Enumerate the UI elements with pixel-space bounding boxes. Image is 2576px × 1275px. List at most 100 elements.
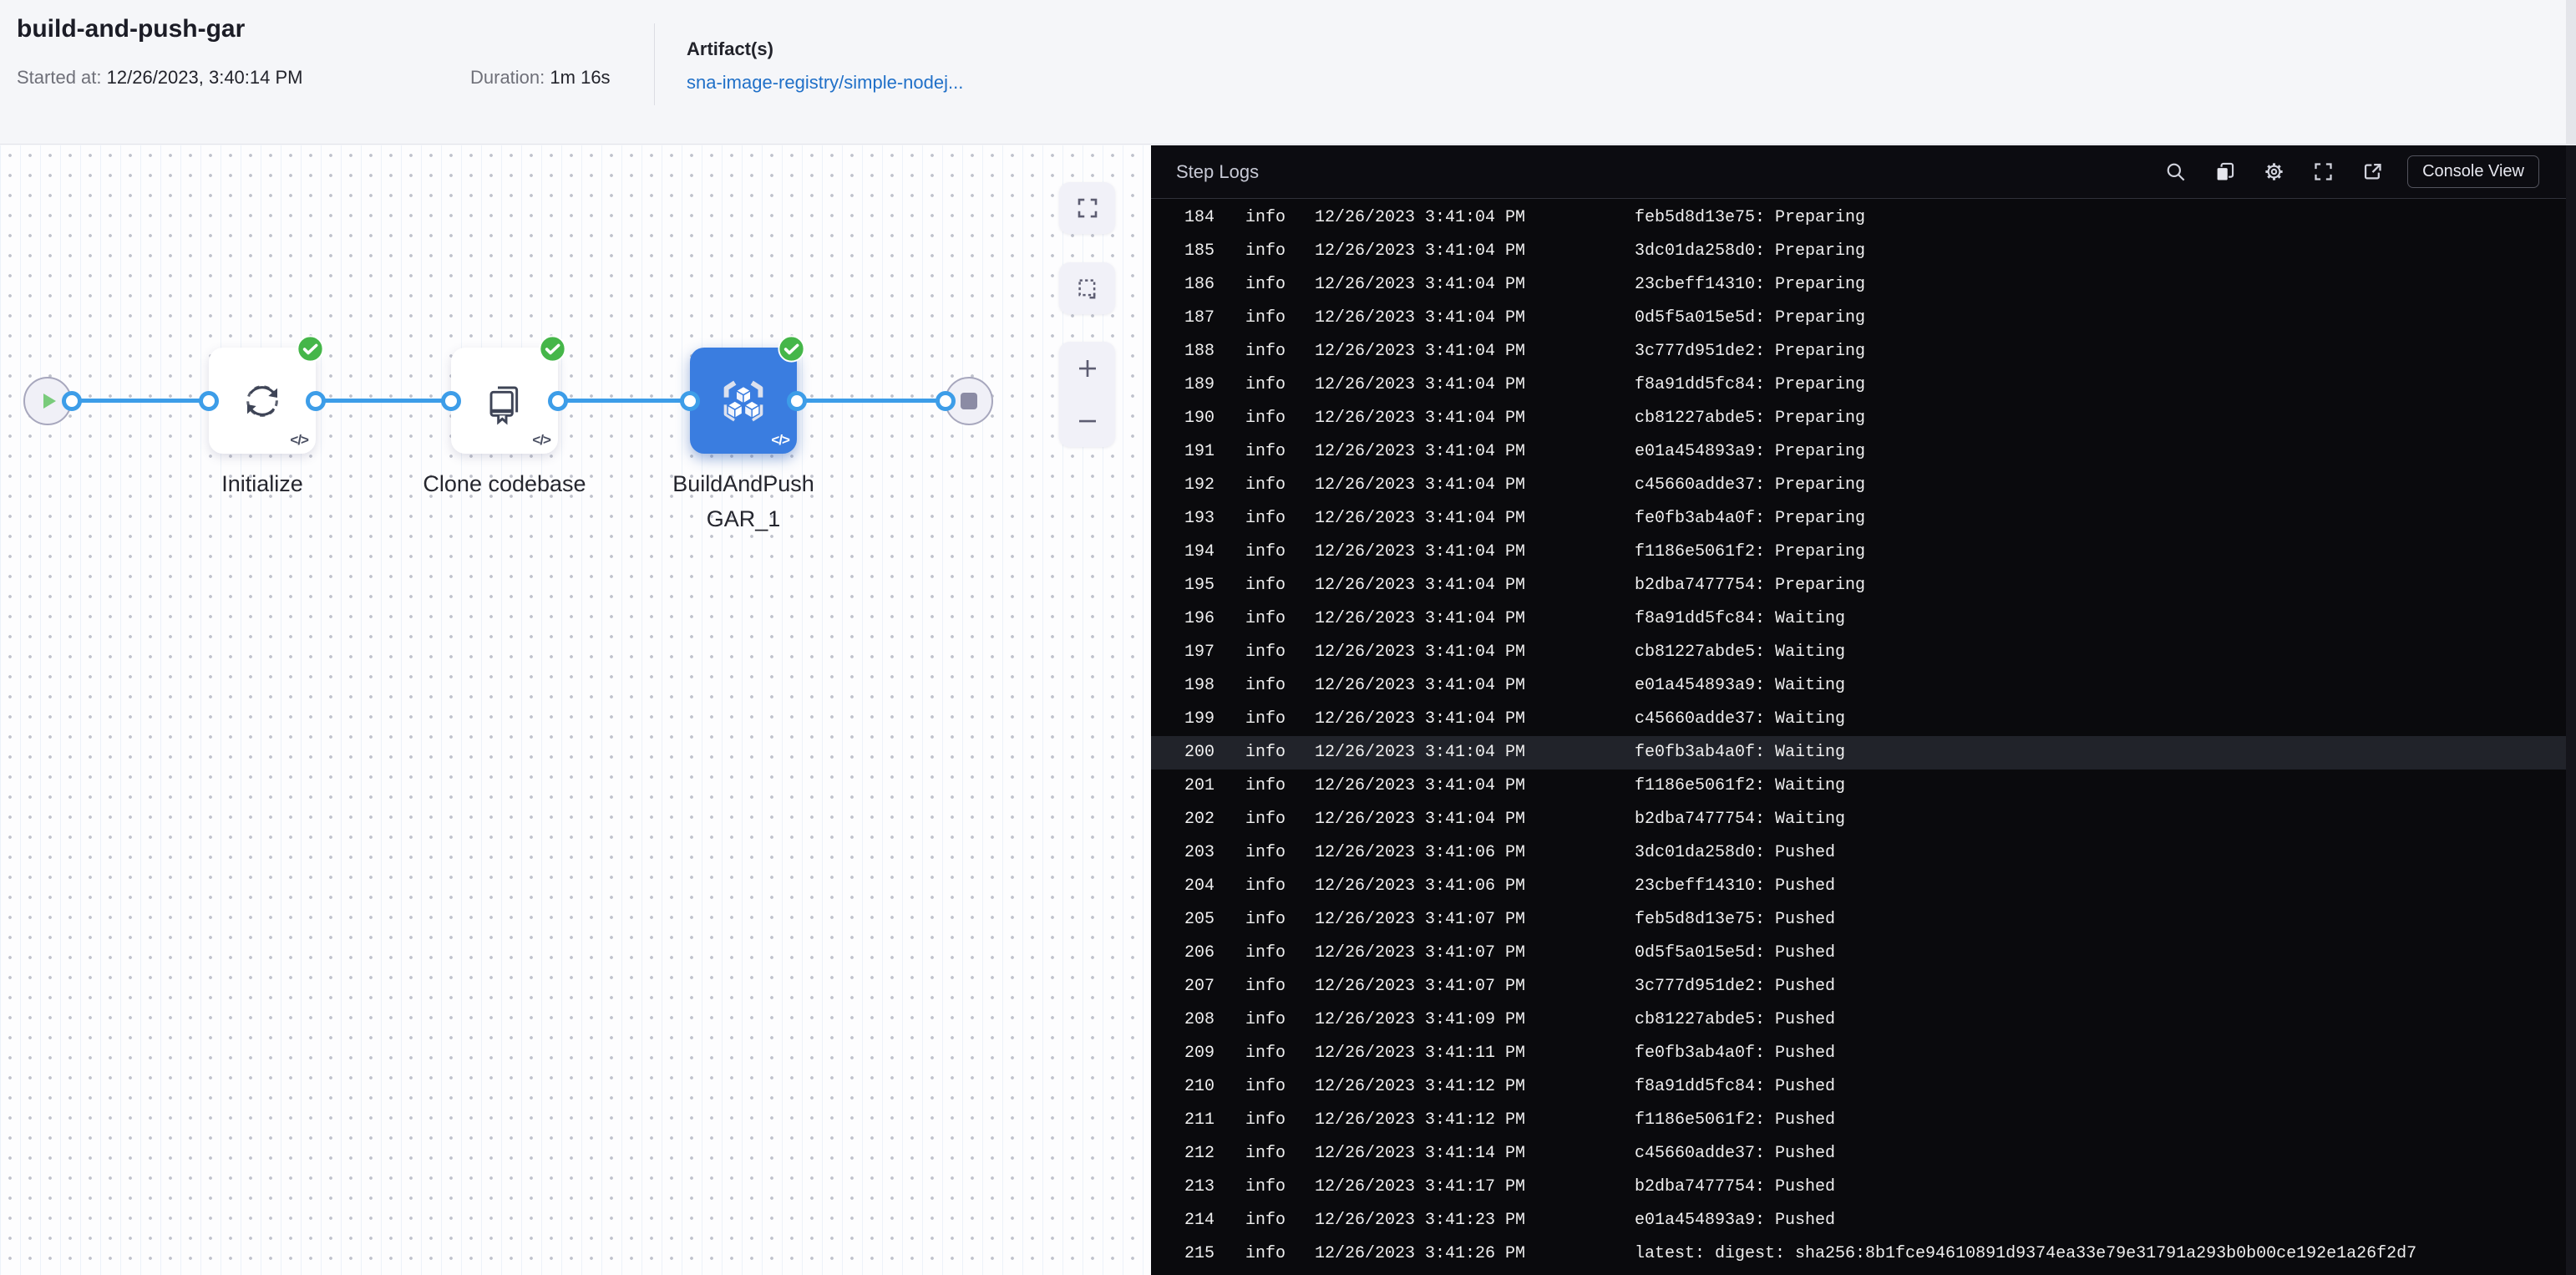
log-line-number: 204 [1184,876,1215,896]
log-line[interactable]: 210 info 12/26/2023 3:41:12 PM f8a91dd5f… [1151,1070,2576,1104]
log-line[interactable]: 205 info 12/26/2023 3:41:07 PM feb5d8d13… [1151,903,2576,937]
log-timestamp: 12/26/2023 3:41:04 PM [1315,342,1526,361]
log-line[interactable]: 197 info 12/26/2023 3:41:04 PM cb81227ab… [1151,636,2576,669]
log-level: info [1245,1110,1286,1130]
log-line[interactable]: 214 info 12/26/2023 3:41:23 PM e01a45489… [1151,1204,2576,1237]
log-message: f8a91dd5fc84: Preparing [1635,375,1866,394]
log-level: info [1245,475,1286,495]
log-line[interactable]: 190 info 12/26/2023 3:41:04 PM cb81227ab… [1151,402,2576,435]
log-line-number: 199 [1184,709,1215,729]
zoom-in-icon[interactable] [1075,356,1100,381]
main-split-view: </> Initialize </> Clone codebase </> Bu… [0,145,2576,1275]
edge-build-end [797,399,946,403]
log-scrollbar-track[interactable] [2566,145,2576,1275]
marquee-select-icon [1078,279,1095,299]
port[interactable] [787,391,807,411]
settings-gear-icon[interactable] [2263,160,2285,183]
log-line[interactable]: 215 info 12/26/2023 3:41:26 PM latest: d… [1151,1237,2576,1271]
log-message: c45660adde37: Pushed [1635,1144,1836,1163]
step-logs-output[interactable]: 184 info 12/26/2023 3:41:04 PM feb5d8d13… [1151,200,2576,1275]
success-check-icon [778,335,805,363]
log-line[interactable]: 187 info 12/26/2023 3:41:04 PM 0d5f5a015… [1151,302,2576,335]
log-timestamp: 12/26/2023 3:41:23 PM [1315,1211,1526,1230]
marquee-select-button[interactable] [1059,262,1115,314]
log-line[interactable]: 195 info 12/26/2023 3:41:04 PM b2dba7477… [1151,569,2576,602]
search-icon[interactable] [2164,160,2187,183]
log-line[interactable]: 186 info 12/26/2023 3:41:04 PM 23cbeff14… [1151,268,2576,302]
log-level: info [1245,843,1286,862]
log-timestamp: 12/26/2023 3:41:04 PM [1315,375,1526,394]
log-line[interactable]: 192 info 12/26/2023 3:41:04 PM c45660add… [1151,469,2576,502]
log-line[interactable]: 209 info 12/26/2023 3:41:11 PM fe0fb3ab4… [1151,1037,2576,1070]
log-line[interactable]: 194 info 12/26/2023 3:41:04 PM f1186e506… [1151,536,2576,569]
header-divider [654,23,655,105]
port[interactable] [62,391,82,411]
page-scrollbar-track[interactable] [2566,0,2576,145]
log-line[interactable]: 213 info 12/26/2023 3:41:17 PM b2dba7477… [1151,1171,2576,1204]
pipeline-run-title: build-and-push-gar [17,15,246,43]
log-level: info [1245,509,1286,528]
log-line-number: 200 [1184,743,1215,762]
log-line[interactable]: 201 info 12/26/2023 3:41:04 PM f1186e506… [1151,770,2576,803]
log-line[interactable]: 200 info 12/26/2023 3:41:04 PM fe0fb3ab4… [1151,736,2576,770]
log-line-number: 192 [1184,475,1215,495]
step-node-clone-codebase[interactable]: </> [451,335,566,454]
log-timestamp: 12/26/2023 3:41:09 PM [1315,1010,1526,1029]
pipeline-graph-canvas[interactable]: </> Initialize </> Clone codebase </> Bu… [0,145,1151,1275]
log-line[interactable]: 202 info 12/26/2023 3:41:04 PM b2dba7477… [1151,803,2576,836]
log-line-number: 202 [1184,810,1215,829]
console-view-button[interactable]: Console View [2407,155,2539,188]
log-message: f8a91dd5fc84: Pushed [1635,1077,1836,1096]
step-node-build-and-push-gar[interactable]: </> [690,335,805,454]
log-message: 3c777d951de2: Pushed [1635,977,1836,996]
port[interactable] [680,391,700,411]
log-line[interactable]: 203 info 12/26/2023 3:41:06 PM 3dc01da25… [1151,836,2576,870]
log-level: info [1245,876,1286,896]
log-line[interactable]: 191 info 12/26/2023 3:41:04 PM e01a45489… [1151,435,2576,469]
port[interactable] [936,391,956,411]
log-line[interactable]: 199 info 12/26/2023 3:41:04 PM c45660add… [1151,703,2576,736]
log-message: b2dba7477754: Pushed [1635,1177,1836,1196]
log-timestamp: 12/26/2023 3:41:11 PM [1315,1044,1526,1063]
log-line[interactable]: 212 info 12/26/2023 3:41:14 PM c45660add… [1151,1137,2576,1171]
log-line[interactable]: 207 info 12/26/2023 3:41:07 PM 3c777d951… [1151,970,2576,1003]
fit-to-screen-button[interactable] [1059,182,1115,234]
log-line-number: 213 [1184,1177,1215,1196]
log-line-number: 208 [1184,1010,1215,1029]
artifact-link[interactable]: sna-image-registry/simple-nodej... [687,72,963,94]
log-line[interactable]: 189 info 12/26/2023 3:41:04 PM f8a91dd5f… [1151,368,2576,402]
log-line[interactable]: 204 info 12/26/2023 3:41:06 PM 23cbeff14… [1151,870,2576,903]
port[interactable] [306,391,326,411]
log-line[interactable]: 211 info 12/26/2023 3:41:12 PM f1186e506… [1151,1104,2576,1137]
log-level: info [1245,1010,1286,1029]
log-message: f1186e5061f2: Pushed [1635,1110,1836,1130]
log-timestamp: 12/26/2023 3:41:17 PM [1315,1177,1526,1196]
fullscreen-icon[interactable] [2312,160,2335,183]
zoom-out-icon[interactable] [1075,409,1100,434]
log-line[interactable]: 188 info 12/26/2023 3:41:04 PM 3c777d951… [1151,335,2576,368]
log-level: info [1245,776,1286,795]
log-line-number: 186 [1184,275,1215,294]
log-timestamp: 12/26/2023 3:41:12 PM [1315,1110,1526,1130]
gar-registry-icon [723,380,763,421]
log-message: latest: digest: sha256:8b1fce94610891d93… [1635,1244,2417,1263]
log-line[interactable]: 206 info 12/26/2023 3:41:07 PM 0d5f5a015… [1151,937,2576,970]
port[interactable] [441,391,461,411]
log-timestamp: 12/26/2023 3:41:07 PM [1315,910,1526,929]
log-line[interactable]: 184 info 12/26/2023 3:41:04 PM feb5d8d13… [1151,201,2576,235]
log-timestamp: 12/26/2023 3:41:04 PM [1315,709,1526,729]
log-line[interactable]: 196 info 12/26/2023 3:41:04 PM f8a91dd5f… [1151,602,2576,636]
log-level: info [1245,609,1286,628]
log-line[interactable]: 193 info 12/26/2023 3:41:04 PM fe0fb3ab4… [1151,502,2576,536]
port[interactable] [548,391,568,411]
open-in-new-icon[interactable] [2361,160,2384,183]
copy-icon[interactable] [2213,160,2236,183]
log-line[interactable]: 185 info 12/26/2023 3:41:04 PM 3dc01da25… [1151,235,2576,268]
log-message: 3dc01da258d0: Preparing [1635,241,1866,261]
log-line-number: 206 [1184,943,1215,963]
log-timestamp: 12/26/2023 3:41:04 PM [1315,743,1526,762]
step-node-initialize[interactable]: </> [209,335,324,454]
log-line[interactable]: 208 info 12/26/2023 3:41:09 PM cb81227ab… [1151,1003,2576,1037]
log-line[interactable]: 198 info 12/26/2023 3:41:04 PM e01a45489… [1151,669,2576,703]
port[interactable] [199,391,219,411]
